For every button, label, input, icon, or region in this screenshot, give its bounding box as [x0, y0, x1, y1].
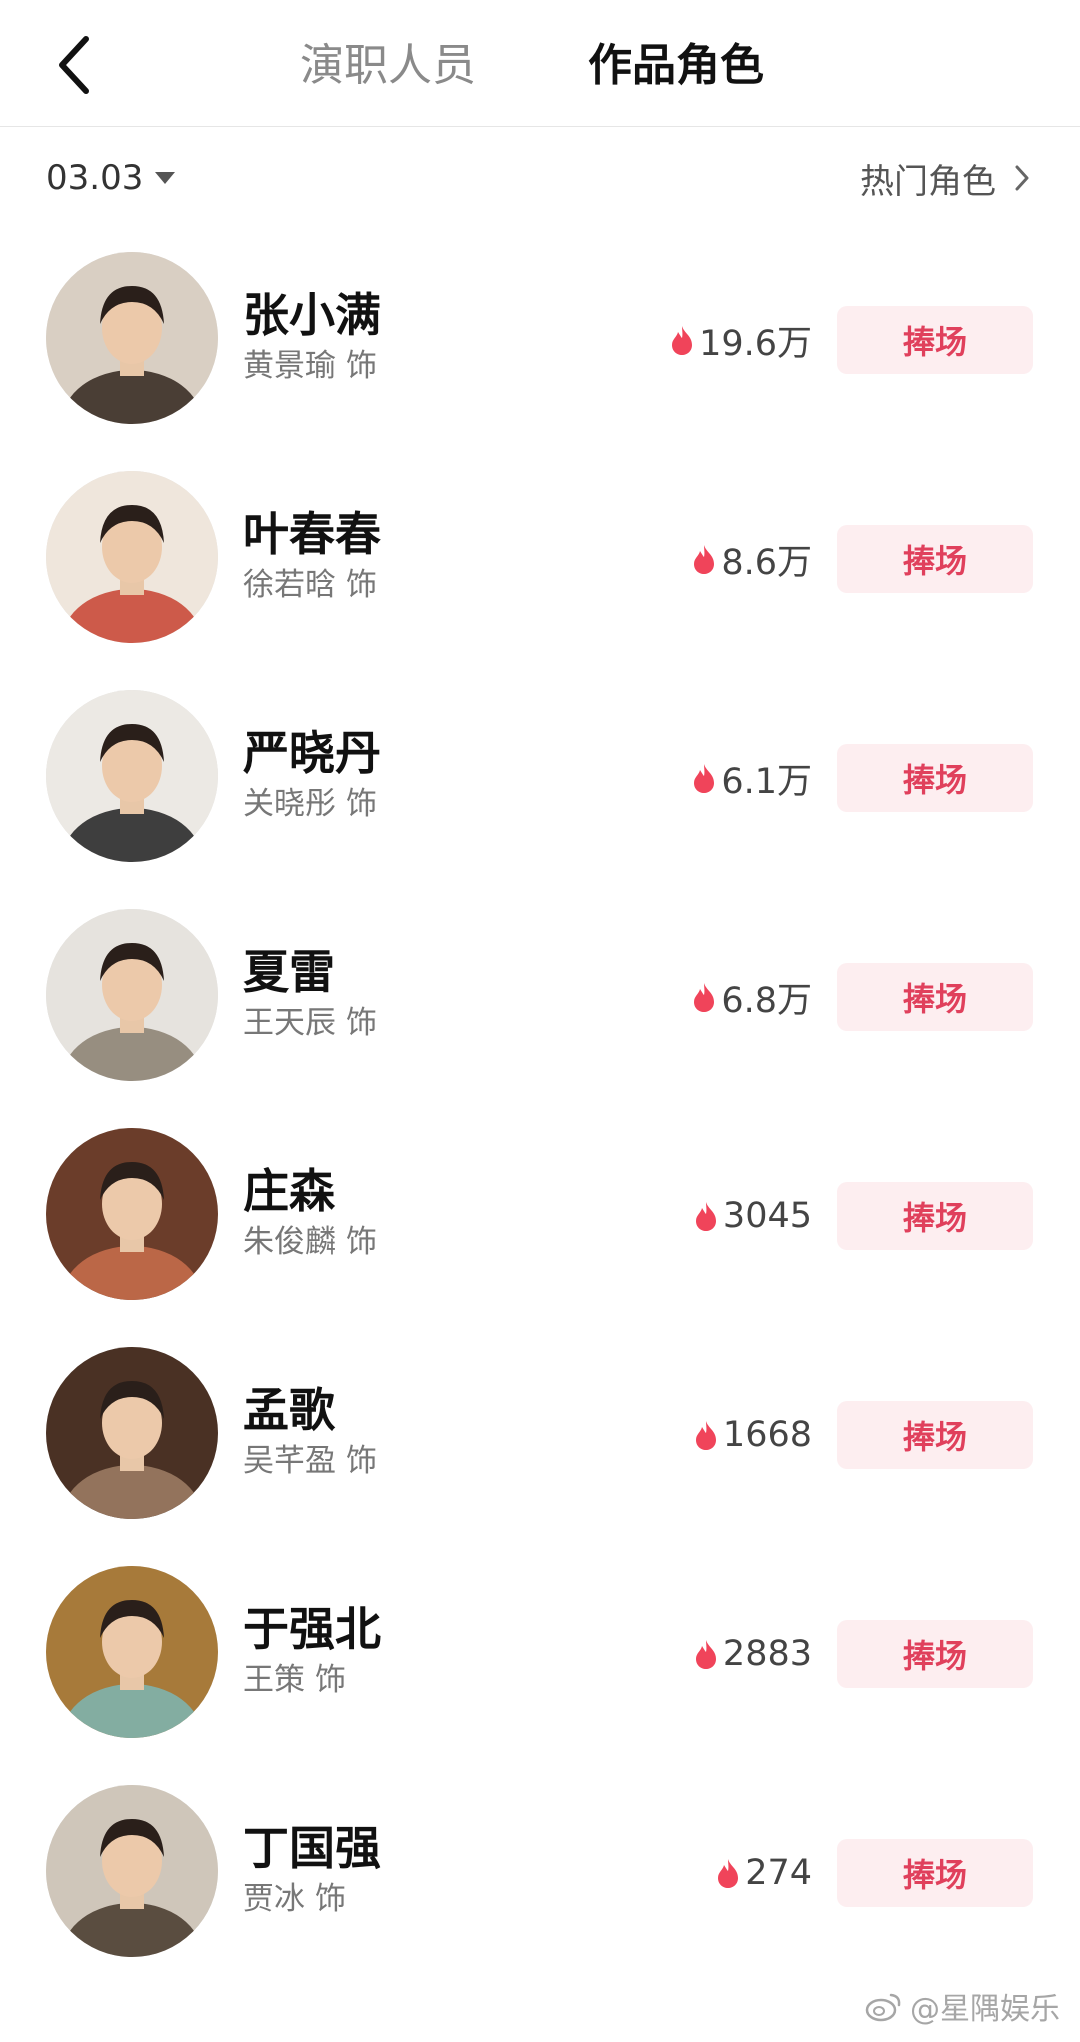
top-nav-bar: 演职人员 作品角色: [0, 0, 1080, 127]
actor-name: 吴芊盈: [243, 1443, 336, 1479]
flame-icon: [695, 1421, 716, 1450]
date-value: 03.03: [46, 158, 144, 198]
role-name: 孟歌: [243, 1383, 335, 1437]
heat-value: 2883: [722, 1634, 812, 1674]
role-name: 严晓丹: [243, 726, 381, 780]
role-avatar[interactable]: [46, 1128, 218, 1300]
triangle-down-icon: [155, 172, 176, 184]
role-avatar[interactable]: [46, 909, 218, 1081]
actor-name: 关晓彤: [243, 786, 336, 822]
back-button[interactable]: [44, 30, 104, 100]
tab-cast-crew[interactable]: 演职人员: [300, 38, 476, 94]
cheer-button[interactable]: 捧场: [837, 1182, 1033, 1250]
watermark-text: @星隅娱乐: [910, 1992, 1060, 2027]
heat-value: 6.1万: [721, 761, 812, 802]
role-row[interactable]: 张小满 黄景瑜饰 19.6万 捧场: [0, 226, 1080, 445]
cheer-button[interactable]: 捧场: [837, 963, 1033, 1031]
heat-value: 274: [745, 1853, 812, 1893]
heat-value: 1668: [722, 1415, 812, 1455]
role-avatar[interactable]: [46, 690, 218, 862]
heat-value: 19.6万: [699, 323, 812, 364]
role-name: 叶春春: [243, 507, 381, 561]
flame-icon: [694, 545, 715, 574]
tab-roles[interactable]: 作品角色: [588, 38, 764, 94]
actor-suffix: 饰: [346, 1005, 377, 1041]
actor-line: 黄景瑜饰: [243, 346, 377, 386]
hot-roles-link[interactable]: 热门角色: [860, 156, 1030, 202]
cheer-button[interactable]: 捧场: [837, 744, 1033, 812]
actor-name: 朱俊麟: [243, 1224, 336, 1260]
role-name: 张小满: [243, 288, 381, 342]
heat-count: 1668: [693, 1411, 812, 1459]
role-name: 庄森: [243, 1164, 335, 1218]
actor-line: 王策饰: [243, 1660, 346, 1700]
role-avatar[interactable]: [46, 1566, 218, 1738]
actor-name: 贾冰: [243, 1881, 305, 1917]
role-avatar[interactable]: [46, 252, 218, 424]
actor-name: 王天辰: [243, 1005, 336, 1041]
flame-icon: [694, 983, 715, 1012]
heat-value: 8.6万: [721, 542, 812, 583]
role-list: 张小满 黄景瑜饰 19.6万 捧场 叶春春 徐若晗饰 8.6万 捧场 严晓丹 关晓彤饰 6.1万 捧场…: [0, 226, 1080, 1978]
role-avatar[interactable]: [46, 1785, 218, 1957]
actor-name: 黄景瑜: [243, 348, 336, 384]
actor-line: 徐若晗饰: [243, 565, 377, 605]
actor-line: 贾冰饰: [243, 1879, 346, 1919]
heat-count: 274: [715, 1849, 812, 1897]
role-name: 夏雷: [243, 945, 335, 999]
heat-count: 6.1万: [691, 754, 812, 802]
actor-suffix: 饰: [346, 348, 377, 384]
role-row[interactable]: 丁国强 贾冰饰 274 捧场: [0, 1759, 1080, 1978]
role-row[interactable]: 夏雷 王天辰饰 6.8万 捧场: [0, 883, 1080, 1102]
cheer-button[interactable]: 捧场: [837, 1839, 1033, 1907]
flame-icon: [695, 1202, 716, 1231]
flame-icon: [695, 1640, 716, 1669]
flame-icon: [694, 764, 715, 793]
role-row[interactable]: 叶春春 徐若晗饰 8.6万 捧场: [0, 445, 1080, 664]
watermark: @星隅娱乐: [864, 1984, 1060, 2028]
actor-line: 吴芊盈饰: [243, 1441, 377, 1481]
role-row[interactable]: 于强北 王策饰 2883 捧场: [0, 1540, 1080, 1759]
role-row[interactable]: 孟歌 吴芊盈饰 1668 捧场: [0, 1321, 1080, 1540]
actor-line: 王天辰饰: [243, 1003, 377, 1043]
page: 演职人员 作品角色 03.03 热门角色 张小满 黄景瑜饰 19.6万 捧场 叶春春 徐若…: [0, 0, 1080, 2042]
role-avatar[interactable]: [46, 1347, 218, 1519]
actor-suffix: 饰: [346, 1443, 377, 1479]
actor-name: 徐若晗: [243, 567, 336, 603]
heat-count: 8.6万: [691, 535, 812, 583]
chevron-right-icon: [1015, 165, 1029, 191]
role-row[interactable]: 庄森 朱俊麟饰 3045 捧场: [0, 1102, 1080, 1321]
cheer-button[interactable]: 捧场: [837, 1401, 1033, 1469]
flame-icon: [718, 1859, 739, 1888]
heat-count: 2883: [693, 1630, 812, 1678]
flame-icon: [672, 326, 693, 355]
role-name: 于强北: [243, 1602, 381, 1656]
actor-line: 关晓彤饰: [243, 784, 377, 824]
actor-suffix: 饰: [346, 567, 377, 603]
date-dropdown[interactable]: 03.03: [46, 156, 177, 200]
cheer-button[interactable]: 捧场: [837, 525, 1033, 593]
hot-roles-label: 热门角色: [860, 161, 996, 202]
cheer-button[interactable]: 捧场: [837, 306, 1033, 374]
heat-value: 6.8万: [721, 980, 812, 1021]
heat-value: 3045: [722, 1196, 812, 1236]
cheer-button[interactable]: 捧场: [837, 1620, 1033, 1688]
actor-suffix: 饰: [315, 1662, 346, 1698]
role-row[interactable]: 严晓丹 关晓彤饰 6.1万 捧场: [0, 664, 1080, 883]
weibo-logo-icon: [865, 1993, 901, 2022]
role-avatar[interactable]: [46, 471, 218, 643]
actor-suffix: 饰: [346, 1224, 377, 1260]
actor-name: 王策: [243, 1662, 305, 1698]
heat-count: 19.6万: [669, 316, 812, 364]
role-name: 丁国强: [243, 1821, 381, 1875]
chevron-left-icon: [59, 36, 89, 94]
heat-count: 6.8万: [691, 973, 812, 1021]
heat-count: 3045: [693, 1192, 812, 1240]
actor-suffix: 饰: [346, 786, 377, 822]
filter-row: 03.03 热门角色: [0, 126, 1080, 226]
actor-line: 朱俊麟饰: [243, 1222, 377, 1262]
actor-suffix: 饰: [315, 1881, 346, 1917]
